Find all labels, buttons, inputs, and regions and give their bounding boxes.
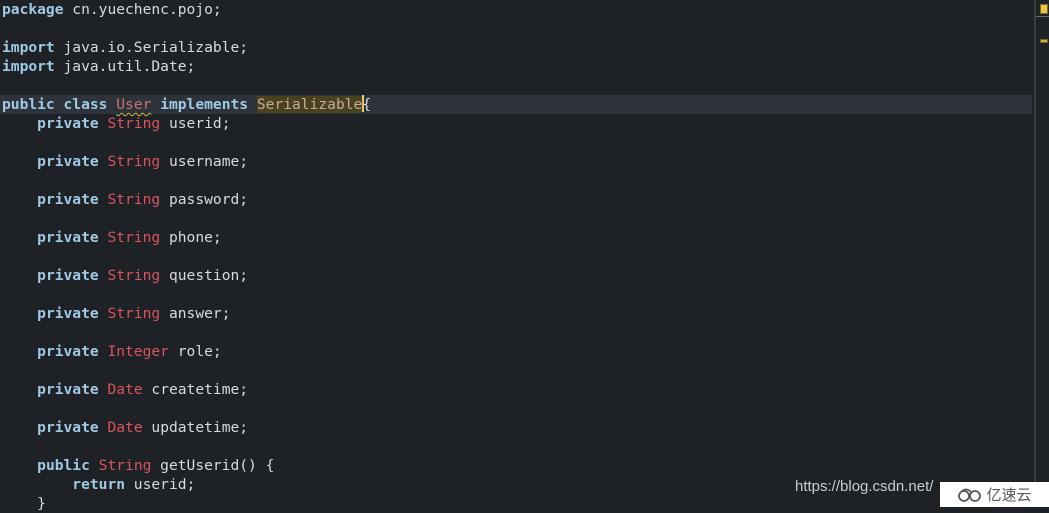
type-token: String — [107, 153, 161, 170]
type-token: String — [107, 305, 161, 322]
type-token: Date — [107, 419, 143, 436]
code-token: question; — [160, 267, 249, 284]
code-token: userid; — [160, 115, 231, 132]
keyword-token: import — [2, 58, 55, 75]
cloud-icon — [958, 488, 982, 502]
code-line[interactable]: private String phone; — [2, 228, 1032, 247]
type-token: String — [107, 267, 161, 284]
code-token: cn.yuechenc.pojo; — [63, 1, 222, 18]
code-token: username; — [160, 153, 249, 170]
code-line[interactable]: import java.io.Serializable; — [2, 38, 1032, 57]
keyword-token: private — [37, 381, 99, 398]
code-line[interactable]: private String question; — [2, 266, 1032, 285]
code-token: phone; — [160, 229, 222, 246]
watermark-logo-text: 亿速云 — [986, 486, 1032, 504]
code-editor[interactable]: package cn.yuechenc.pojo; import java.io… — [0, 0, 1034, 512]
keyword-token: return — [72, 476, 126, 493]
keyword-token: private — [37, 267, 99, 284]
occurrence-marker[interactable] — [1040, 39, 1048, 43]
warning-marker-icon[interactable] — [1040, 4, 1048, 14]
code-token: java.io.Serializable; — [54, 39, 249, 56]
code-token: createtime; — [142, 381, 249, 398]
code-line[interactable] — [2, 133, 1032, 152]
keyword-token: private — [37, 229, 99, 246]
keyword-token: package — [2, 1, 64, 18]
highlighted-token: Serializable — [256, 96, 363, 113]
type-token: String — [98, 457, 152, 474]
keyword-token: private — [37, 343, 99, 360]
code-line[interactable]: private String password; — [2, 190, 1032, 209]
keyword-token: implements — [160, 96, 249, 113]
code-line[interactable] — [2, 209, 1032, 228]
code-token: java.util.Date; — [54, 58, 196, 75]
code-line[interactable]: private String userid; — [2, 114, 1032, 133]
code-line[interactable]: } — [2, 494, 1032, 513]
watermark-logo: 亿速云 — [940, 482, 1049, 507]
type-token: String — [107, 191, 161, 208]
type-token: Integer — [107, 343, 169, 360]
code-token: answer; — [160, 305, 231, 322]
code-line[interactable] — [2, 361, 1032, 380]
code-line[interactable] — [2, 323, 1032, 342]
code-line[interactable]: package cn.yuechenc.pojo; — [2, 0, 1032, 19]
keyword-token: private — [37, 419, 99, 436]
type-token: Date — [107, 381, 143, 398]
current-line[interactable]: public class User implements Serializabl… — [0, 95, 1032, 114]
code-line[interactable] — [2, 437, 1032, 456]
code-line[interactable]: private Integer role; — [2, 342, 1032, 361]
keyword-token: private — [37, 153, 99, 170]
keyword-token: private — [37, 305, 99, 322]
code-line[interactable]: private Date createtime; — [2, 380, 1032, 399]
code-line[interactable]: private String answer; — [2, 304, 1032, 323]
code-line[interactable]: public String getUserid() { — [2, 456, 1032, 475]
type-token: String — [107, 229, 161, 246]
keyword-token: private — [37, 115, 99, 132]
keyword-token: import — [2, 39, 55, 56]
code-line[interactable]: private String username; — [2, 152, 1032, 171]
code-line[interactable] — [2, 171, 1032, 190]
code-line[interactable]: private Date updatetime; — [2, 418, 1032, 437]
keyword-token: public — [37, 457, 90, 474]
keyword-token: class — [63, 96, 108, 113]
code-token: role; — [168, 343, 222, 360]
keyword-token: public — [2, 96, 55, 113]
code-token: { — [362, 96, 372, 113]
code-line[interactable] — [2, 76, 1032, 95]
watermark-url: https://blog.csdn.net/ — [795, 478, 934, 495]
overview-divider — [1036, 16, 1049, 17]
code-area[interactable]: package cn.yuechenc.pojo; import java.io… — [0, 0, 1032, 513]
code-token: } — [2, 495, 46, 512]
code-line[interactable] — [2, 247, 1032, 266]
code-line[interactable] — [2, 285, 1032, 304]
code-token: getUserid() { — [151, 457, 275, 474]
code-line[interactable] — [2, 399, 1032, 418]
overview-ruler[interactable] — [1036, 0, 1049, 507]
type-token: String — [107, 115, 161, 132]
keyword-token: private — [37, 191, 99, 208]
code-line[interactable] — [2, 19, 1032, 38]
class-name-token: User — [116, 96, 152, 113]
code-token: updatetime; — [142, 419, 249, 436]
code-token: password; — [160, 191, 249, 208]
code-line[interactable]: import java.util.Date; — [2, 57, 1032, 76]
code-token: userid; — [125, 476, 196, 493]
